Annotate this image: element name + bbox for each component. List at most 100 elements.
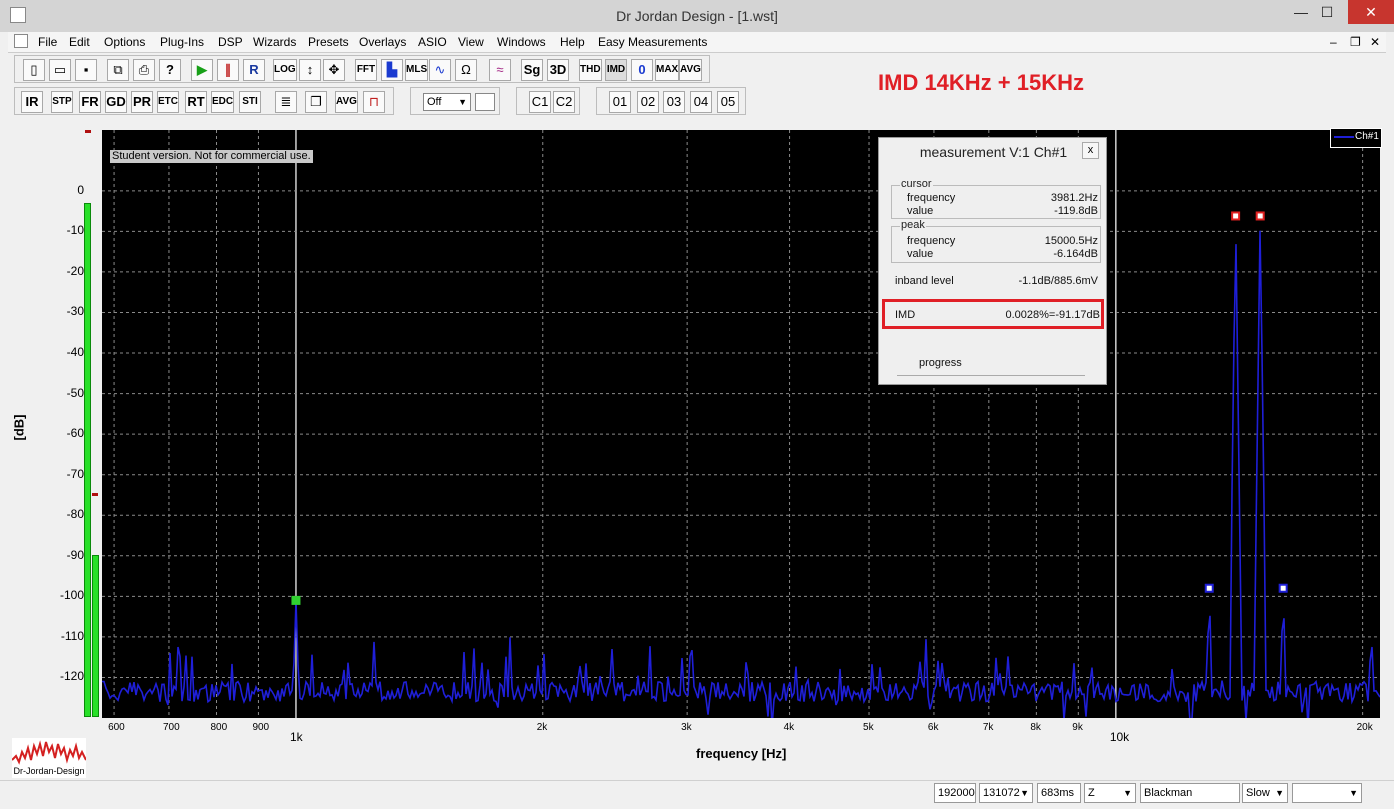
zero-button[interactable]: 0 (631, 59, 653, 81)
windows-icon[interactable]: ❐ (305, 91, 327, 113)
menu-edit[interactable]: Edit (69, 34, 90, 50)
close-button[interactable]: ✕ (1348, 0, 1394, 24)
inband-level-label: inband level (895, 275, 954, 287)
waveform-icon[interactable]: ∿ (429, 59, 451, 81)
x-tick-label: 900 (252, 722, 270, 733)
pan-icon[interactable]: ✥ (323, 59, 345, 81)
menu-plugins[interactable]: Plug-Ins (160, 34, 204, 50)
menu-bar: File Edit Options Plug-Ins DSP Wizards P… (8, 32, 1386, 53)
sample-rate-field[interactable]: 192000 (934, 783, 976, 803)
gd-button[interactable]: GD (105, 91, 127, 113)
plot-area[interactable] (102, 130, 1380, 718)
imd-button[interactable]: IMD (605, 59, 627, 81)
edc-button[interactable]: EDC (211, 91, 235, 113)
menu-help[interactable]: Help (560, 34, 585, 50)
x-tick-label: 700 (162, 722, 180, 733)
y-tick-label: 0 (77, 182, 84, 197)
fft-size-select[interactable]: 131072 ▼ (979, 783, 1033, 803)
menu-file[interactable]: File (38, 34, 57, 50)
print-icon[interactable]: ⎙ (133, 59, 155, 81)
peak-marker (1255, 211, 1265, 221)
stp-button[interactable]: STP (51, 91, 73, 113)
bars-icon[interactable]: ≣ (275, 91, 297, 113)
record-button[interactable]: R (243, 59, 265, 81)
cursor-group-label: cursor (900, 178, 933, 190)
x-tick-label: 8k (1030, 722, 1041, 733)
channel-1-button[interactable]: C1 (529, 91, 551, 113)
fr-button[interactable]: FR (79, 91, 101, 113)
measurement-panel[interactable]: measurement V:1 Ch#1 x cursor frequency … (878, 137, 1107, 385)
signal-generator-button[interactable]: Sg (521, 59, 543, 81)
log-button[interactable]: LOG (273, 59, 297, 81)
preset-03-button[interactable]: 03 (663, 91, 685, 113)
menu-presets[interactable]: Presets (308, 34, 349, 50)
level-meter-right (92, 555, 99, 717)
peak-marker (291, 595, 301, 605)
chevron-down-icon: ▼ (1349, 788, 1358, 798)
spectrum-icon[interactable]: ▙ (381, 59, 403, 81)
save-icon[interactable]: ▪ (75, 59, 97, 81)
help-icon[interactable]: ? (159, 59, 181, 81)
smoothing-value: Off (427, 96, 442, 108)
avg-button[interactable]: AVG (679, 59, 702, 81)
thd-button[interactable]: THD (579, 59, 602, 81)
extra-select[interactable]: ▼ (1292, 783, 1362, 803)
menu-windows[interactable]: Windows (497, 34, 546, 50)
smoothing-select[interactable]: Off ▼ (423, 93, 471, 111)
fft-button[interactable]: FFT (355, 59, 377, 81)
menu-easy-measurements[interactable]: Easy Measurements (598, 34, 707, 50)
y-tick-label: -80 (66, 507, 84, 522)
legend: Ch#1 (1330, 128, 1382, 148)
menu-view[interactable]: View (458, 34, 484, 50)
weighting-select[interactable]: Z ▼ (1084, 783, 1136, 803)
imd-label: IMD (895, 309, 916, 321)
color-swatch[interactable] (475, 93, 495, 111)
level-meter-left (84, 203, 91, 717)
maximize-button[interactable]: ☐ (1310, 0, 1344, 24)
new-file-icon[interactable]: ▯ (23, 59, 45, 81)
preset-01-button[interactable]: 01 (609, 91, 631, 113)
ohm-icon[interactable]: Ω (455, 59, 477, 81)
mdi-restore-button[interactable]: ❐ (1350, 34, 1361, 50)
progress-label: progress (919, 357, 962, 369)
sti-button[interactable]: STI (239, 91, 261, 113)
y-tick-label: -20 (66, 263, 84, 278)
mdi-minimize-button[interactable]: – (1330, 34, 1337, 50)
panel-close-button[interactable]: x (1082, 142, 1099, 159)
meter-hold-mark (92, 493, 98, 496)
ir-button[interactable]: IR (21, 91, 43, 113)
preset-04-button[interactable]: 04 (690, 91, 712, 113)
pr-button[interactable]: PR (131, 91, 153, 113)
pause-icon[interactable]: ∥ (217, 59, 239, 81)
play-icon[interactable]: ▶ (191, 59, 213, 81)
menu-dsp[interactable]: DSP (218, 34, 243, 50)
channel-2-button[interactable]: C2 (553, 91, 575, 113)
vertical-zoom-icon[interactable]: ↕ (299, 59, 321, 81)
x-tick-label: 9k (1072, 722, 1083, 733)
inband-level-value: -1.1dB/885.6mV (1018, 275, 1099, 287)
filter-icon[interactable]: ≈ (489, 59, 511, 81)
3d-button[interactable]: 3D (547, 59, 569, 81)
rt-button[interactable]: RT (185, 91, 207, 113)
avg2-button[interactable]: AVG (335, 91, 358, 113)
weighting-value: Z (1088, 787, 1095, 799)
max-button[interactable]: MAX (655, 59, 680, 81)
mdi-close-button[interactable]: ✕ (1370, 34, 1380, 50)
menu-wizards[interactable]: Wizards (253, 34, 296, 50)
mls-button[interactable]: MLS (405, 59, 429, 81)
x-tick-label: 1k (289, 730, 303, 744)
window-function-field[interactable]: Blackman (1140, 783, 1240, 803)
menu-options[interactable]: Options (104, 34, 145, 50)
y-tick-label: -30 (66, 304, 84, 319)
open-folder-icon[interactable]: ▭ (49, 59, 71, 81)
menu-overlays[interactable]: Overlays (359, 34, 406, 50)
copy-icon[interactable]: ⧉ (107, 59, 129, 81)
peak-group-label: peak (900, 219, 926, 231)
preset-02-button[interactable]: 02 (637, 91, 659, 113)
etc-button[interactable]: ETC (157, 91, 179, 113)
menu-asio[interactable]: ASIO (418, 34, 447, 50)
step-response-icon[interactable]: ⊓ (363, 91, 385, 113)
chevron-down-icon: ▼ (1123, 788, 1132, 798)
preset-05-button[interactable]: 05 (717, 91, 739, 113)
speed-select[interactable]: Slow ▼ (1242, 783, 1288, 803)
